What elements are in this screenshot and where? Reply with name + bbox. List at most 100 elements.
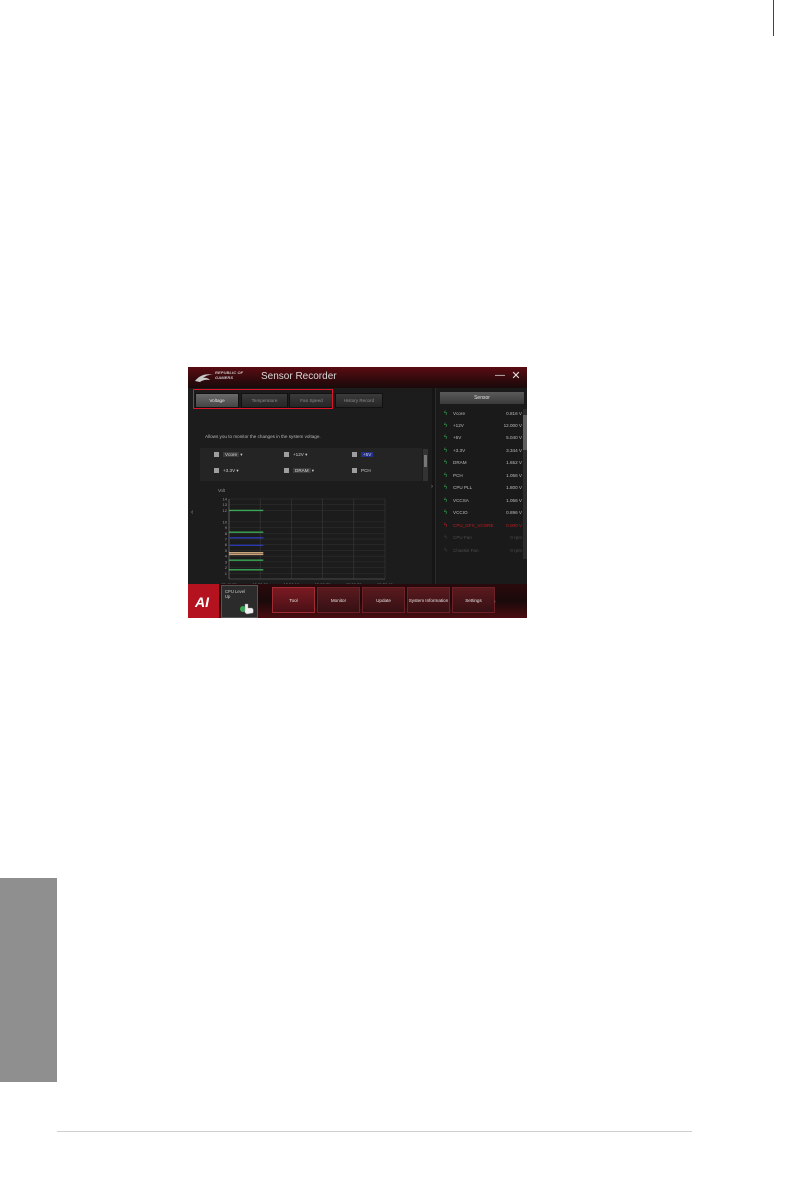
checkbox-scrollbar[interactable]	[423, 449, 428, 481]
tab-voltage[interactable]: Voltage	[195, 393, 239, 408]
sensor-value: 0 rpm	[510, 548, 522, 553]
sensor-row: ϟ +5V 5.040 V	[444, 433, 522, 442]
check-label: Vcore	[223, 452, 240, 457]
check-vcore[interactable]: Vcore ▾	[214, 452, 243, 458]
sensor-name: CPU_GFX_VCORE	[453, 523, 494, 528]
y-tick-label: 7	[225, 537, 228, 542]
y-tick-label: 8	[225, 531, 228, 536]
sensor-scrollbar[interactable]	[523, 409, 527, 559]
y-tick-label: 10	[223, 519, 228, 524]
bolt-icon: ϟ	[444, 411, 448, 417]
sensor-name: DRAM	[453, 460, 467, 465]
sensor-row: ϟ VCCSA 1.056 V	[444, 496, 522, 505]
scroll-thumb[interactable]	[424, 455, 427, 467]
ai-mark: AI	[195, 594, 209, 610]
sensor-row: ϟ PCH 1.056 V	[444, 471, 522, 480]
bolt-icon: ϟ	[444, 435, 448, 441]
hand-pointer-icon	[240, 603, 254, 615]
bar-scroll-icon[interactable]: ›	[494, 599, 496, 605]
check-label: +12V	[293, 452, 304, 457]
y-tick-label: 3	[225, 559, 228, 564]
check-pch[interactable]: PCH	[352, 468, 371, 474]
sensor-row: ϟ +3.3V 3.344 V	[444, 446, 522, 455]
left-arrow-icon[interactable]: ‹	[191, 509, 193, 516]
sensor-name: +3.3V	[453, 448, 466, 453]
sensor-checkbox-group: Vcore ▾ +12V ▾ +5V +3.3V ▾ DRAM ▾ PCH	[200, 448, 422, 481]
sensor-value: 3.344 V	[506, 448, 522, 453]
sensor-name: CPU Fan	[453, 535, 472, 540]
sensor-value: 1.056 V	[506, 498, 522, 503]
sensor-name: Chassis Fan	[453, 548, 479, 553]
sensor-row: ϟ CPU Fan 0 rpm	[444, 533, 522, 542]
tab-history-record[interactable]: History Record	[335, 393, 383, 408]
sensor-value: 12.000 V	[503, 423, 522, 428]
sensor-name: Vcore	[453, 411, 466, 416]
panel-toggle-icon[interactable]: ›	[431, 484, 433, 490]
sensor-name: VCCSA	[453, 498, 469, 503]
settings-button[interactable]: Settings	[452, 587, 495, 613]
sensor-name: CPU PLL	[453, 485, 473, 490]
sensor-value: 0 rpm	[510, 535, 522, 540]
sensor-value: 0.816 V	[506, 411, 522, 416]
bottom-rule	[57, 1131, 692, 1132]
close-button[interactable]: ✕	[510, 370, 522, 382]
bolt-icon: ϟ	[444, 498, 448, 504]
sensor-value: 1.800 V	[506, 485, 522, 490]
voltage-chart: Volt1413121098765432115:49:5915:50:0915:…	[218, 488, 394, 587]
bolt-icon: ϟ	[444, 548, 448, 554]
main-panel: Voltage Temperature Fan Speed History Re…	[188, 388, 432, 600]
check-label: PCH	[361, 468, 371, 473]
sensor-name: +12V	[453, 423, 464, 428]
checkbox[interactable]	[214, 468, 219, 474]
sensor-recorder-window: REPUBLIC OF GAMERS Sensor Recorder — ✕ V…	[188, 367, 527, 618]
sensor-row: ϟ CPU PLL 1.800 V	[444, 483, 522, 492]
sensor-row: ϟ +12V 12.000 V	[444, 421, 522, 430]
ai-suite-logo: AI	[188, 584, 219, 618]
app-title: Sensor Recorder	[261, 371, 337, 382]
bolt-icon: ϟ	[444, 448, 448, 454]
bolt-icon: ϟ	[444, 510, 448, 516]
tool-button[interactable]: Tool	[272, 587, 315, 613]
checkbox[interactable]	[284, 452, 289, 458]
sensor-value: 1.652 V	[506, 460, 522, 465]
sensor-row: ϟ DRAM 1.652 V	[444, 458, 522, 467]
sensor-row: ϟ VCCIO 0.896 V	[444, 508, 522, 517]
cpu-level-up-button[interactable]: CPU Level Up	[221, 585, 258, 618]
check-12v[interactable]: +12V ▾	[284, 452, 307, 458]
sensor-row: ϟ Chassis Fan 0 rpm	[444, 546, 522, 555]
bolt-icon: ϟ	[444, 460, 448, 466]
y-tick-label: 12	[223, 508, 228, 513]
top-rule	[773, 0, 774, 36]
check-dram[interactable]: DRAM ▾	[284, 468, 314, 474]
monitor-button[interactable]: Monitor	[317, 587, 360, 613]
sensor-row: ϟ Vcore 0.816 V	[444, 409, 522, 418]
minimize-button[interactable]: —	[494, 370, 506, 382]
system-information-button[interactable]: System Information	[407, 587, 450, 613]
check-3v3[interactable]: +3.3V ▾	[214, 468, 239, 474]
bolt-icon: ϟ	[444, 485, 448, 491]
y-tick-label: 1	[225, 571, 228, 576]
cpu-level-label: CPU Level Up	[225, 589, 246, 599]
sensor-header: Sensor	[440, 392, 524, 404]
y-tick-label: 5	[225, 548, 228, 553]
y-tick-label: 9	[225, 525, 228, 530]
tab-description: Allows you to monitor the changes in the…	[205, 434, 321, 439]
checkbox[interactable]	[214, 452, 219, 458]
check-label: DRAM	[293, 468, 311, 473]
checkbox[interactable]	[352, 468, 357, 474]
bolt-icon: ϟ	[444, 473, 448, 479]
brand-line-2: GAMERS	[215, 375, 234, 380]
checkbox[interactable]	[352, 452, 357, 458]
y-tick-label: 13	[223, 502, 228, 507]
sensor-value: 0.896 V	[506, 510, 522, 515]
tab-fan-speed[interactable]: Fan Speed	[289, 393, 334, 408]
bolt-icon: ϟ	[444, 423, 448, 429]
scroll-thumb[interactable]	[523, 415, 527, 450]
y-axis-label: Volt	[218, 488, 226, 493]
update-button[interactable]: Update	[362, 587, 405, 613]
title-bar: REPUBLIC OF GAMERS Sensor Recorder — ✕	[188, 367, 527, 388]
checkbox[interactable]	[284, 468, 289, 474]
check-5v[interactable]: +5V	[352, 452, 374, 458]
brand-name: REPUBLIC OF GAMERS	[215, 370, 259, 380]
tab-temperature[interactable]: Temperature	[241, 393, 288, 408]
